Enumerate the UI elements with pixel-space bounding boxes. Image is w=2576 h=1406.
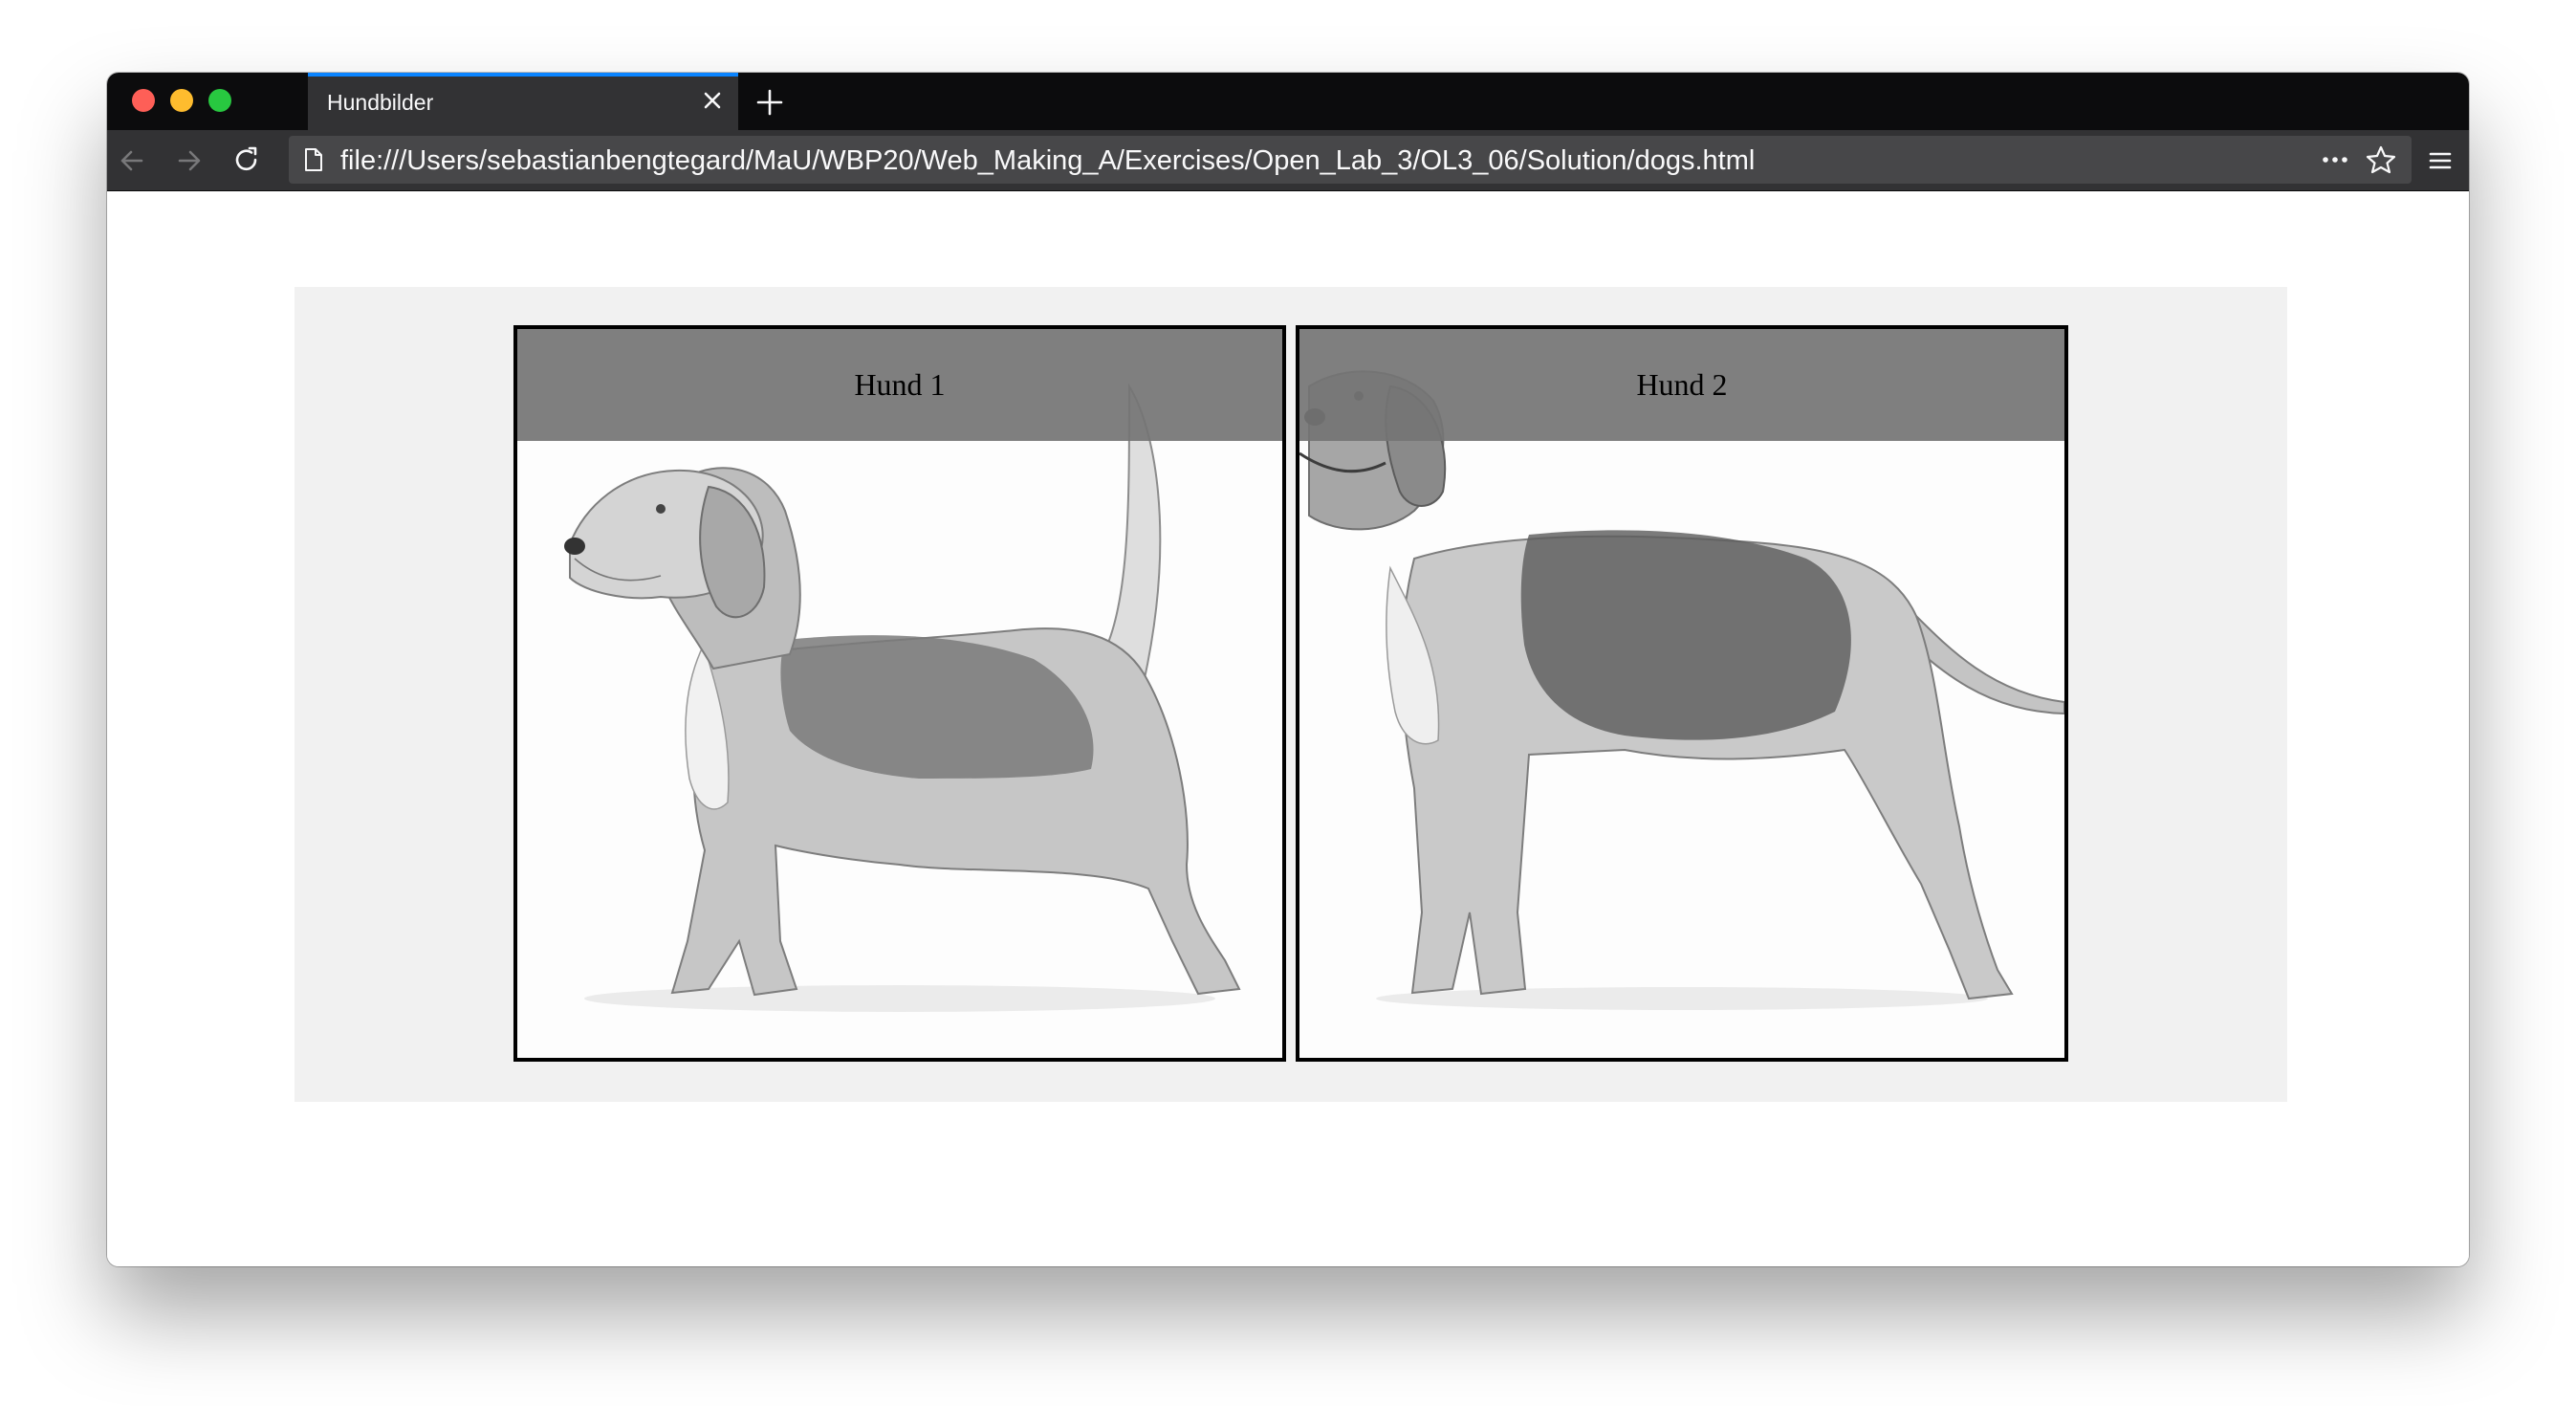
navigation-toolbar: file:///Users/sebastianbengtegard/MaU/WB… [107,130,2469,191]
window-minimize-button[interactable] [170,89,193,112]
tab-title: Hundbilder [327,90,434,115]
url-bar[interactable]: file:///Users/sebastianbengtegard/MaU/WB… [289,136,2412,184]
window-zoom-button[interactable] [208,89,231,112]
reload-icon[interactable] [229,143,264,178]
window-close-button[interactable] [132,89,155,112]
bookmark-star-icon[interactable] [2364,143,2398,176]
tab-active-indicator [308,73,738,77]
page-icon [305,148,322,171]
tab-strip: Hundbilder [107,73,2469,130]
hamburger-menu-icon[interactable] [2423,143,2457,178]
url-text[interactable]: file:///Users/sebastianbengtegard/MaU/WB… [340,145,1755,176]
dog-caption-2: Hund 2 [1299,329,2064,441]
tab-hundbilder[interactable]: Hundbilder [308,73,738,130]
dog-caption-1: Hund 1 [517,329,1282,441]
plus-icon[interactable] [753,86,786,119]
dog-card-2[interactable]: Hund 2 [1296,325,2068,1062]
page-content: Hund 1 Hund 2 [107,191,2469,1266]
back-arrow-icon[interactable] [115,143,149,178]
close-icon[interactable] [698,86,727,115]
forward-arrow-icon[interactable] [172,143,207,178]
more-icon[interactable] [2318,143,2352,176]
dog-card-1[interactable]: Hund 1 [513,325,1286,1062]
browser-window: Hundbilder file:///Users/sebastianbengte… [107,73,2469,1266]
dog-gallery: Hund 1 Hund 2 [295,287,2287,1102]
